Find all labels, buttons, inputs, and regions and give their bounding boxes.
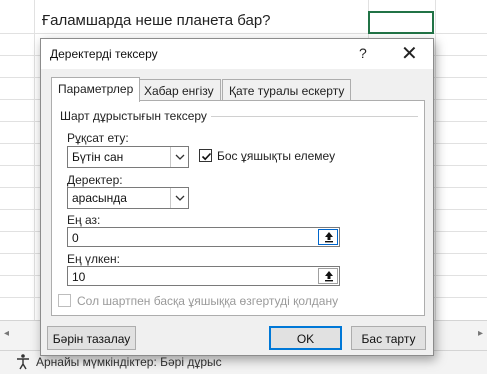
- section-title: Шарт дұрыстығын тексеру: [60, 109, 211, 123]
- data-dropdown[interactable]: арасында: [67, 187, 189, 209]
- clear-all-button[interactable]: Бәрін тазалау: [47, 326, 136, 350]
- dialog-titlebar[interactable]: Деректерді тексеру ? ✕: [41, 39, 433, 69]
- settings-panel: Шарт дұрыстығын тексеру Рұқсат ету: Бүті…: [51, 100, 425, 316]
- min-label: Ең аз:: [67, 213, 101, 227]
- tab-input-message[interactable]: Хабар енгізу: [137, 79, 221, 101]
- data-value: арасында: [72, 191, 127, 205]
- min-value: 0: [72, 231, 79, 245]
- tab-settings[interactable]: Параметрлер: [51, 77, 141, 102]
- max-input[interactable]: 10: [67, 266, 340, 286]
- selected-cell[interactable]: [368, 11, 434, 34]
- close-button[interactable]: ✕: [401, 41, 418, 66]
- accessibility-status[interactable]: Арнайы мүмкіндіктер: Бәрі дұрыс: [36, 355, 222, 369]
- max-range-picker-button[interactable]: [318, 268, 338, 284]
- apply-all-checkbox[interactable]: [58, 294, 71, 307]
- data-label: Деректер:: [67, 173, 123, 187]
- ok-button[interactable]: OK: [269, 326, 342, 350]
- help-button[interactable]: ?: [359, 45, 367, 61]
- min-input[interactable]: 0: [67, 227, 340, 247]
- checkmark-icon: [201, 152, 212, 161]
- chevron-down-icon: [170, 188, 188, 208]
- dialog-title: Деректерді тексеру: [50, 47, 158, 61]
- cell-question[interactable]: Ғаламшарда неше планета бар?: [42, 12, 271, 29]
- scroll-left-icon[interactable]: ◂: [4, 328, 9, 339]
- accessibility-icon[interactable]: [14, 353, 32, 371]
- collapse-dialog-icon: [325, 232, 333, 243]
- allow-label: Рұқсат ету:: [67, 131, 129, 145]
- collapse-dialog-icon: [325, 271, 333, 282]
- scroll-right-icon[interactable]: ▸: [478, 328, 483, 339]
- max-label: Ең үлкен:: [67, 252, 120, 266]
- section-divider: [202, 116, 418, 117]
- apply-all-label: Сол шартпен басқа ұяшыққа өзгертуді қолд…: [77, 294, 339, 308]
- cancel-button[interactable]: Бас тарту: [351, 326, 426, 350]
- allow-dropdown[interactable]: Бүтін сан: [67, 146, 189, 168]
- ignore-blank-label[interactable]: Бос ұяшықты елемеу: [217, 149, 335, 163]
- allow-value: Бүтін сан: [72, 150, 124, 164]
- max-value: 10: [72, 270, 86, 284]
- chevron-down-icon: [170, 147, 188, 167]
- tab-error-alert[interactable]: Қате туралы ескерту: [222, 79, 352, 101]
- ignore-blank-checkbox[interactable]: [199, 149, 212, 162]
- data-validation-dialog: Деректерді тексеру ? ✕ Параметрлер Хабар…: [40, 38, 434, 356]
- min-range-picker-button[interactable]: [318, 229, 338, 245]
